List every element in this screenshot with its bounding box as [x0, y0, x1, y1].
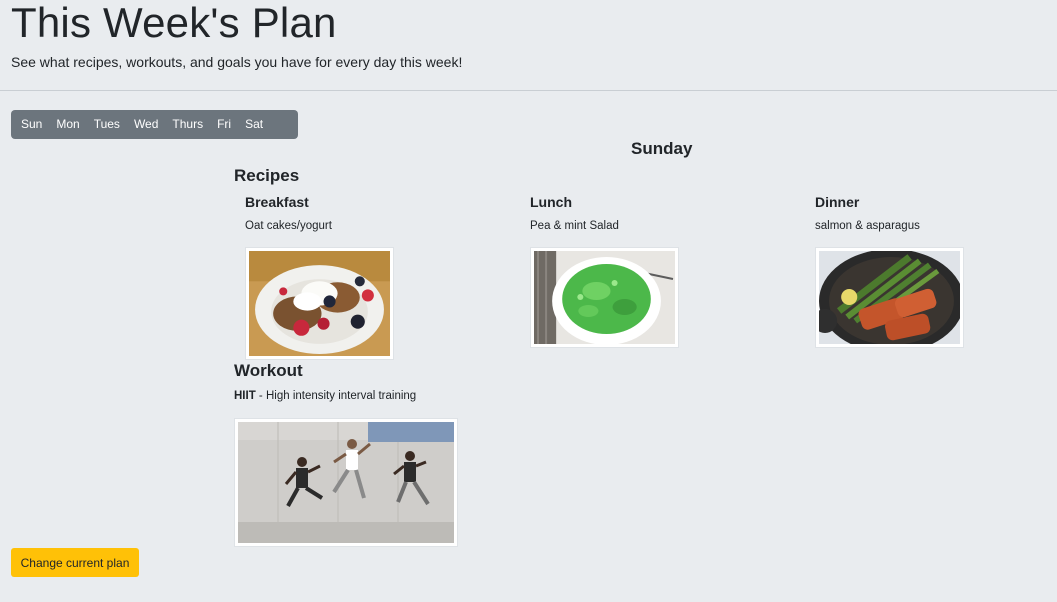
- workout-heading: Workout: [234, 361, 303, 380]
- page-title: This Week's Plan: [11, 0, 337, 46]
- lunch-title: Lunch: [530, 194, 572, 210]
- change-plan-button[interactable]: Change current plan: [11, 548, 139, 577]
- workout-name: HIIT: [234, 390, 256, 402]
- lunch-image: [530, 247, 679, 348]
- header-divider: [0, 90, 1057, 91]
- day-tabs: Sun Mon Tues Wed Thurs Fri Sat: [11, 110, 298, 139]
- tab-thurs[interactable]: Thurs: [165, 110, 210, 139]
- breakfast-description: Oat cakes/yogurt: [245, 220, 332, 232]
- workout-image: [234, 418, 458, 547]
- tab-fri[interactable]: Fri: [210, 110, 238, 139]
- tab-wed[interactable]: Wed: [127, 110, 165, 139]
- tab-sun[interactable]: Sun: [14, 110, 49, 139]
- tab-mon[interactable]: Mon: [49, 110, 86, 139]
- workout-separator: -: [255, 390, 266, 402]
- selected-day-heading: Sunday: [631, 139, 693, 158]
- tab-tues[interactable]: Tues: [87, 110, 127, 139]
- lunch-description: Pea & mint Salad: [530, 220, 619, 232]
- workout-summary: HIIT - High intensity interval training: [234, 390, 416, 402]
- dinner-description: salmon & asparagus: [815, 220, 920, 232]
- tab-sat[interactable]: Sat: [238, 110, 270, 139]
- dinner-image: [815, 247, 964, 348]
- breakfast-title: Breakfast: [245, 194, 309, 210]
- breakfast-image: [245, 247, 394, 360]
- workout-description: High intensity interval training: [265, 390, 417, 402]
- dinner-title: Dinner: [815, 194, 860, 210]
- page-subtitle: See what recipes, workouts, and goals yo…: [11, 54, 463, 70]
- recipes-heading: Recipes: [234, 166, 300, 185]
